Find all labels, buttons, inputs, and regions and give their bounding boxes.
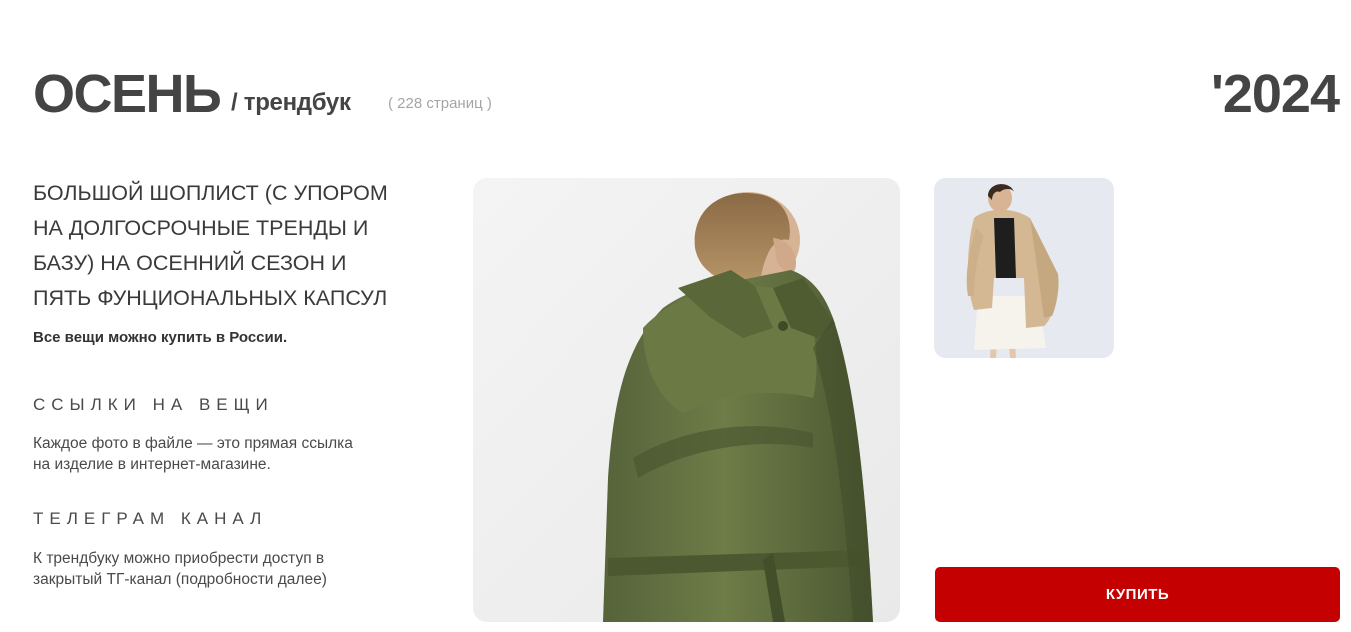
section-text-line: на изделие в интернет-магазине. [33, 456, 271, 473]
headline-line: ПЯТЬ ФУНЦИОНАЛЬНЫХ КАПСУЛ [33, 286, 388, 310]
section-text-telegram: К трендбуку можно приобрести доступ в за… [33, 548, 413, 590]
section-text-line: закрытый ТГ-канал (подробности далее) [33, 571, 327, 588]
green-trench-illustration [473, 178, 900, 622]
beige-jacket-illustration [934, 178, 1114, 358]
page-count: ( 228 страниц ) [388, 95, 492, 112]
section-title-links: ССЫЛКИ НА ВЕЩИ [33, 395, 274, 414]
page: ОСЕНЬ / трендбук ( 228 страниц ) '2024 Б… [0, 0, 1351, 632]
buy-button[interactable]: КУПИТЬ [935, 567, 1340, 622]
season-year: '2024 [1211, 64, 1340, 124]
headline-line: НА ДОЛГОСРОЧНЫЕ ТРЕНДЫ И [33, 216, 369, 240]
headline-line: БАЗУ) НА ОСЕННИЙ СЕЗОН И [33, 251, 347, 275]
headline-line: БОЛЬШОЙ ШОПЛИСТ (С УПОРОМ [33, 181, 388, 205]
section-text-line: К трендбуку можно приобрести доступ в [33, 550, 325, 567]
intro-headline: БОЛЬШОЙ ШОПЛИСТ (С УПОРОМ НА ДОЛГОСРОЧНЫ… [33, 176, 453, 316]
page-subtitle: / трендбук [231, 89, 351, 116]
intro-note: Все вещи можно купить в России. [33, 329, 288, 346]
page-title: ОСЕНЬ [33, 64, 222, 124]
section-text-line: Каждое фото в файле — это прямая ссылка [33, 435, 353, 452]
section-title-telegram: ТЕЛЕГРАМ КАНАЛ [33, 509, 268, 528]
main-photo-green-trench[interactable] [473, 178, 900, 622]
section-text-links: Каждое фото в файле — это прямая ссылка … [33, 433, 413, 475]
thumbnail-photo-beige-jacket[interactable] [934, 178, 1114, 358]
